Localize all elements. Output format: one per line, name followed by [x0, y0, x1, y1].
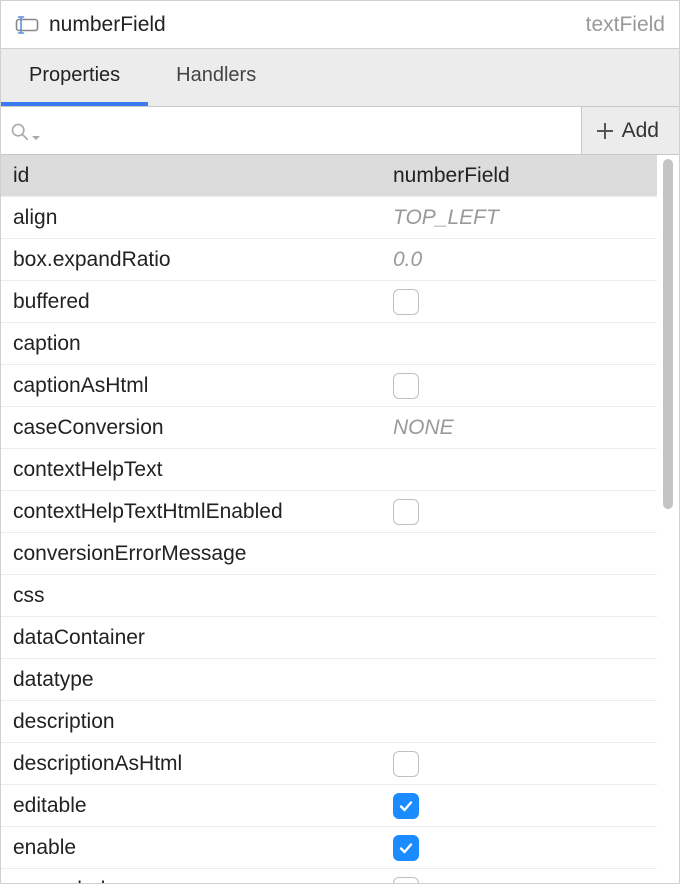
property-row[interactable]: expanded	[1, 869, 657, 883]
property-value[interactable]	[393, 835, 645, 861]
property-name: buffered	[13, 290, 393, 314]
property-name: box.expandRatio	[13, 248, 393, 272]
tabs-bar: Properties Handlers	[1, 49, 679, 107]
property-name: conversionErrorMessage	[13, 542, 393, 566]
property-name: caseConversion	[13, 416, 393, 440]
checkbox[interactable]	[393, 499, 419, 525]
property-row[interactable]: buffered	[1, 281, 657, 323]
search-icon[interactable]	[9, 121, 31, 143]
panel-header: numberField textField	[1, 1, 679, 49]
properties-table: idnumberFieldalignTOP_LEFTbox.expandRati…	[1, 155, 657, 883]
scrollbar-thumb[interactable]	[663, 159, 673, 509]
property-row[interactable]: css	[1, 575, 657, 617]
property-name: editable	[13, 794, 393, 818]
property-row[interactable]: dataContainer	[1, 617, 657, 659]
check-icon	[398, 840, 414, 856]
property-row[interactable]: conversionErrorMessage	[1, 533, 657, 575]
chevron-down-icon[interactable]	[31, 126, 41, 136]
property-name: enable	[13, 836, 393, 860]
property-row[interactable]: caseConversionNONE	[1, 407, 657, 449]
property-name: dataContainer	[13, 626, 393, 650]
property-name: caption	[13, 332, 393, 356]
property-value[interactable]: NONE	[393, 416, 645, 440]
search-field-wrap	[1, 107, 581, 154]
checkbox[interactable]	[393, 835, 419, 861]
property-row[interactable]: alignTOP_LEFT	[1, 197, 657, 239]
property-row[interactable]: enable	[1, 827, 657, 869]
property-name: align	[13, 206, 393, 230]
component-id-title: numberField	[49, 13, 586, 37]
property-name: contextHelpTextHtmlEnabled	[13, 500, 393, 524]
check-icon	[398, 798, 414, 814]
search-input[interactable]	[49, 120, 573, 142]
property-value[interactable]: TOP_LEFT	[393, 206, 645, 230]
property-row[interactable]: idnumberField	[1, 155, 657, 197]
property-value[interactable]	[393, 499, 645, 525]
tab-label: Handlers	[176, 64, 256, 87]
tab-properties[interactable]: Properties	[1, 49, 148, 106]
property-value[interactable]	[393, 289, 645, 315]
property-name: css	[13, 584, 393, 608]
property-name: contextHelpText	[13, 458, 393, 482]
property-value[interactable]	[393, 877, 645, 884]
property-row[interactable]: contextHelpText	[1, 449, 657, 491]
add-button-label: Add	[622, 119, 659, 143]
property-row[interactable]: contextHelpTextHtmlEnabled	[1, 491, 657, 533]
property-row[interactable]: captionAsHtml	[1, 365, 657, 407]
property-value[interactable]	[393, 751, 645, 777]
tab-label: Properties	[29, 64, 120, 87]
checkbox[interactable]	[393, 877, 419, 884]
checkbox[interactable]	[393, 793, 419, 819]
component-type-label: textField	[586, 13, 665, 37]
checkbox[interactable]	[393, 289, 419, 315]
property-row[interactable]: editable	[1, 785, 657, 827]
checkbox[interactable]	[393, 373, 419, 399]
property-row[interactable]: descriptionAsHtml	[1, 743, 657, 785]
plus-icon	[596, 122, 614, 140]
property-name: id	[13, 164, 393, 188]
property-name: expanded	[13, 878, 393, 884]
toolbar: Add	[1, 107, 679, 155]
property-row[interactable]: datatype	[1, 659, 657, 701]
property-name: descriptionAsHtml	[13, 752, 393, 776]
property-name: datatype	[13, 668, 393, 692]
property-value[interactable]	[393, 373, 645, 399]
property-name: description	[13, 710, 393, 734]
property-value[interactable]	[393, 793, 645, 819]
property-row[interactable]: caption	[1, 323, 657, 365]
textfield-icon	[15, 13, 39, 37]
property-value[interactable]: 0.0	[393, 248, 645, 272]
property-row[interactable]: box.expandRatio0.0	[1, 239, 657, 281]
property-value[interactable]: numberField	[393, 164, 645, 188]
property-row[interactable]: description	[1, 701, 657, 743]
scrollbar[interactable]	[657, 155, 679, 883]
checkbox[interactable]	[393, 751, 419, 777]
property-name: captionAsHtml	[13, 374, 393, 398]
tab-handlers[interactable]: Handlers	[148, 49, 284, 106]
properties-table-wrap: idnumberFieldalignTOP_LEFTbox.expandRati…	[1, 155, 679, 883]
add-button[interactable]: Add	[581, 107, 679, 154]
